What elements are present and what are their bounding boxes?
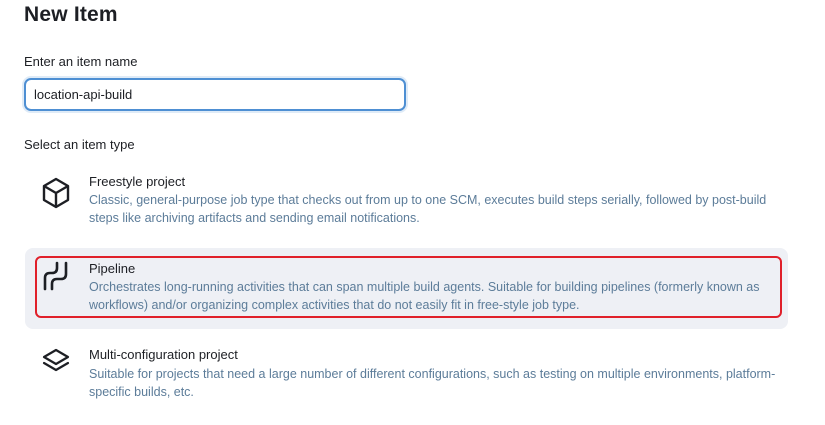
item-type-label: Select an item type xyxy=(24,137,135,152)
item-type-title: Freestyle project xyxy=(89,174,186,189)
cube-icon xyxy=(39,176,73,210)
item-type-title: Pipeline xyxy=(89,261,136,276)
new-item-page: New Item Enter an item name Select an it… xyxy=(0,0,825,425)
page-title: New Item xyxy=(24,3,118,26)
layers-icon xyxy=(39,345,73,379)
item-type-pipeline[interactable]: Pipeline Orchestrates long-running activ… xyxy=(25,248,788,329)
item-type-description: Suitable for projects that need a large … xyxy=(89,367,776,399)
item-type-multi-configuration[interactable]: Multi-configuration project Suitable for… xyxy=(25,336,788,412)
item-type-freestyle[interactable]: Freestyle project Classic, general-purpo… xyxy=(25,163,788,239)
pipeline-icon xyxy=(39,258,73,292)
item-name-label: Enter an item name xyxy=(24,54,138,69)
item-name-input[interactable] xyxy=(24,78,406,111)
item-type-description: Orchestrates long-running activities tha… xyxy=(89,280,760,312)
item-type-title: Multi-configuration project xyxy=(89,347,238,362)
item-type-description: Classic, general-purpose job type that c… xyxy=(89,193,767,225)
